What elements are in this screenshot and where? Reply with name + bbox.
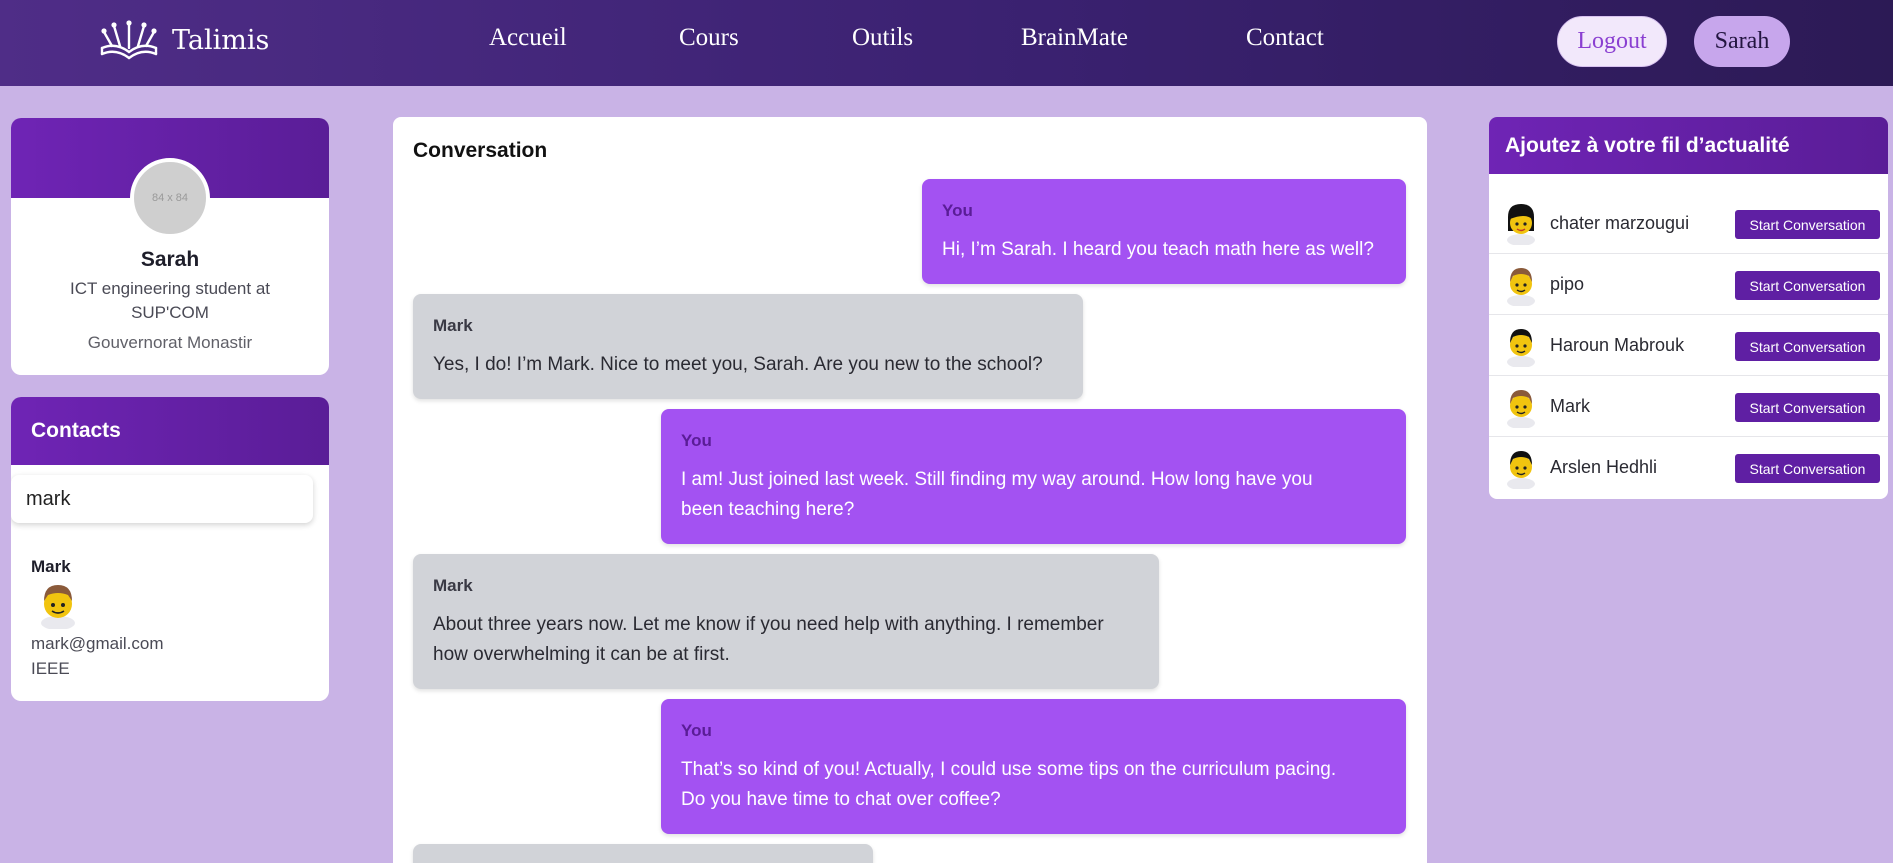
contact-result-email: mark@gmail.com — [31, 634, 164, 653]
brand[interactable]: Talimis — [98, 18, 269, 62]
nav-link-accueil[interactable]: Accueil — [489, 24, 567, 52]
message-sender: You — [681, 431, 712, 450]
contact-result-org: IEEE — [31, 659, 70, 678]
top-navbar: Talimis Accueil Cours Outils BrainMate C… — [0, 0, 1893, 86]
suggestion-row: pipo Start Conversation — [1489, 254, 1888, 315]
message-bubble: Mark About three years now. Let me know … — [413, 554, 1159, 689]
suggestions-card: Ajoutez à votre fil d’actualité chater m… — [1489, 117, 1888, 499]
avatar-male-brown-icon — [41, 585, 75, 629]
nav-link-cours[interactable]: Cours — [679, 24, 739, 52]
book-logo-icon — [100, 20, 158, 60]
suggestion-row: Haroun Mabrouk Start Conversation — [1489, 315, 1888, 376]
start-conversation-button[interactable]: Start Conversation — [1735, 271, 1880, 300]
avatar-male-brown-icon — [1507, 390, 1535, 428]
message-bubble-partial — [413, 844, 873, 863]
conversation-title: Conversation — [413, 139, 548, 162]
nav-link-brainmate[interactable]: BrainMate — [1021, 24, 1128, 52]
message-bubble: You That’s so kind of you! Actually, I c… — [661, 699, 1406, 834]
avatar-male-dark-icon — [1507, 451, 1535, 489]
message-sender: Mark — [433, 576, 473, 595]
profile-card: 84 x 84 Sarah ICT engineering student at… — [11, 118, 329, 375]
message-text: I am! Just joined last week. Still findi… — [681, 465, 1313, 525]
message-bubble: You Hi, I’m Sarah. I heard you teach mat… — [922, 179, 1406, 284]
suggestion-name: Arslen Hedhli — [1550, 457, 1658, 477]
contact-search-input[interactable]: mark — [11, 475, 313, 523]
message-line: Do you have time to chat over coffee? — [681, 789, 1001, 810]
message-line: That’s so kind of you! Actually, I could… — [681, 759, 1337, 780]
avatar-female-icon — [1507, 204, 1535, 245]
contacts-header: Contacts — [11, 397, 329, 465]
avatar-male-brown-icon — [1507, 268, 1535, 306]
message-bubble: You I am! Just joined last week. Still f… — [661, 409, 1406, 544]
contact-result-name[interactable]: Mark — [31, 557, 71, 577]
suggestion-row: Mark Start Conversation — [1489, 376, 1888, 437]
suggestions-header: Ajoutez à votre fil d’actualité — [1489, 117, 1888, 174]
profile-location: Gouvernorat Monastir — [87, 333, 253, 352]
contacts-card: Contacts mark Mark mark@gmail.com IEEE — [11, 397, 329, 701]
suggestion-name: pipo — [1550, 274, 1585, 294]
nav-link-outils[interactable]: Outils — [852, 24, 913, 52]
message-line: About three years now. Let me know if yo… — [433, 614, 1104, 635]
profile-name: Sarah — [140, 248, 200, 271]
avatar: 84 x 84 — [130, 158, 210, 238]
message-line: I am! Just joined last week. Still findi… — [681, 469, 1313, 490]
profile-title: ICT engineering student at SUP'COM — [69, 279, 271, 322]
suggestion-name: Mark — [1550, 396, 1590, 416]
message-text: Hi, I’m Sarah. I heard you teach math he… — [942, 239, 1374, 260]
start-conversation-button[interactable]: Start Conversation — [1735, 332, 1880, 361]
avatar-placeholder-text: 84 x 84 — [151, 192, 189, 204]
message-sender: You — [942, 201, 973, 220]
suggestion-row: chater marzougui Start Conversation — [1489, 193, 1888, 254]
message-bubble: Mark Yes, I do! I’m Mark. Nice to meet y… — [413, 294, 1083, 399]
brand-name: Talimis — [172, 24, 270, 56]
nav-link-contact[interactable]: Contact — [1246, 24, 1324, 52]
message-sender: Mark — [433, 316, 473, 335]
start-conversation-button[interactable]: Start Conversation — [1735, 210, 1880, 239]
start-conversation-button[interactable]: Start Conversation — [1735, 393, 1880, 422]
message-line: been teaching here? — [681, 499, 855, 520]
message-text: About three years now. Let me know if yo… — [433, 610, 1104, 670]
start-conversation-button[interactable]: Start Conversation — [1735, 454, 1880, 483]
message-text: That’s so kind of you! Actually, I could… — [681, 755, 1336, 815]
message-line: how overwhelming it can be at first. — [433, 644, 730, 665]
suggestion-name: Haroun Mabrouk — [1550, 335, 1685, 355]
suggestion-row: Arslen Hedhli Start Conversation — [1489, 437, 1888, 498]
avatar-male-dark-icon — [1507, 329, 1535, 367]
logout-button[interactable]: Logout — [1557, 16, 1667, 67]
message-sender: You — [681, 721, 712, 740]
suggestion-name: chater marzougui — [1550, 213, 1690, 233]
user-menu-button[interactable]: Sarah — [1694, 16, 1790, 67]
message-text: Yes, I do! I’m Mark. Nice to meet you, S… — [433, 354, 1043, 375]
conversation-panel: Conversation You Hi, I’m Sarah. I heard … — [393, 117, 1427, 863]
